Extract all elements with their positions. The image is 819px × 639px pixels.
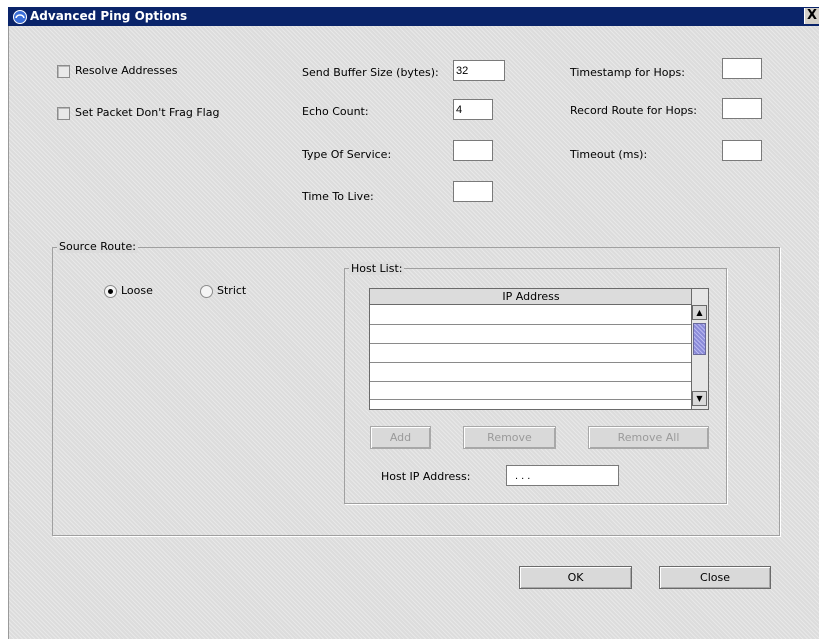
host-table[interactable]: IP Address ▲ ▼ [369, 288, 709, 410]
source-route-legend: Source Route: [57, 240, 138, 253]
ip-address-column-header[interactable]: IP Address [370, 289, 692, 305]
ttl-label: Time To Live: [302, 190, 374, 203]
table-row-divider [370, 399, 692, 400]
add-button[interactable]: Add [370, 426, 431, 449]
strict-radio[interactable] [200, 285, 213, 298]
dont-frag-checkbox[interactable] [57, 107, 70, 120]
send-buffer-label: Send Buffer Size (bytes): [302, 66, 439, 79]
resolve-addresses-checkbox[interactable] [57, 65, 70, 78]
resolve-addresses-label: Resolve Addresses [75, 64, 178, 77]
table-row-divider [370, 324, 692, 325]
tos-label: Type Of Service: [302, 148, 392, 161]
echo-count-label: Echo Count: [302, 105, 369, 118]
ok-button[interactable]: OK [519, 566, 632, 589]
ttl-input[interactable] [453, 181, 493, 202]
loose-radio[interactable] [104, 285, 117, 298]
strict-label: Strict [217, 284, 247, 297]
table-row-divider [370, 362, 692, 363]
timeout-label: Timeout (ms): [570, 148, 648, 161]
loose-radio-dot [108, 289, 113, 294]
scroll-thumb[interactable] [693, 323, 706, 355]
title-bar: Advanced Ping Options X [8, 7, 819, 26]
app-icon [13, 10, 27, 24]
timestamp-label: Timestamp for Hops: [570, 66, 685, 79]
scroll-down-arrow-icon[interactable]: ▼ [692, 391, 707, 406]
send-buffer-input[interactable] [453, 60, 505, 81]
dont-frag-label: Set Packet Don't Frag Flag [75, 106, 220, 119]
close-button[interactable]: Close [659, 566, 771, 589]
remove-button[interactable]: Remove [463, 426, 556, 449]
record-route-input[interactable] [722, 98, 762, 119]
record-route-label: Record Route for Hops: [570, 104, 697, 117]
tos-input[interactable] [453, 140, 493, 161]
table-row-divider [370, 343, 692, 344]
loose-label: Loose [121, 284, 153, 297]
close-window-button[interactable]: X [804, 8, 819, 24]
timeout-input[interactable] [722, 140, 762, 161]
echo-count-input[interactable] [453, 99, 493, 120]
timestamp-input[interactable] [722, 58, 762, 79]
table-row-divider [370, 381, 692, 382]
host-ip-label: Host IP Address: [381, 470, 471, 483]
vertical-scrollbar[interactable]: ▲ ▼ [691, 289, 708, 409]
host-list-legend: Host List: [349, 262, 405, 275]
window-title: Advanced Ping Options [30, 9, 188, 23]
remove-all-button[interactable]: Remove All [588, 426, 709, 449]
host-ip-input[interactable] [506, 465, 619, 486]
scroll-up-arrow-icon[interactable]: ▲ [692, 305, 707, 320]
